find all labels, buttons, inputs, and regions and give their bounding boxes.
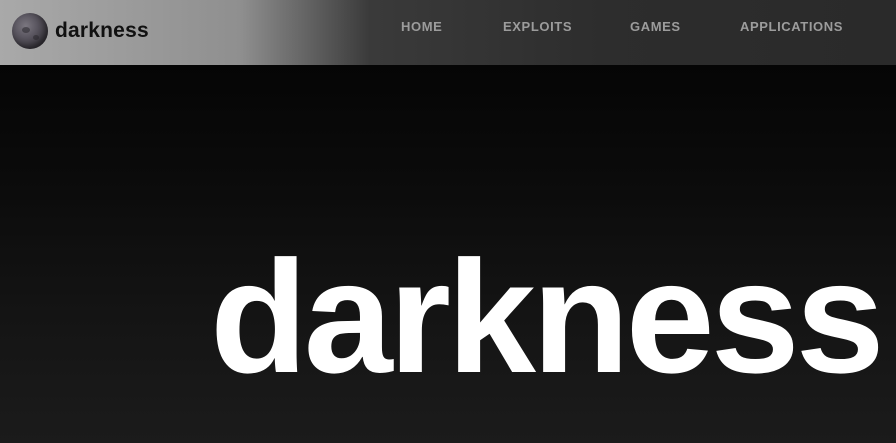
hero-section: darkness <box>0 65 896 443</box>
top-navbar: darkness HOME EXPLOITS GAMES APPLICATION… <box>0 0 896 65</box>
main-nav: HOME EXPLOITS GAMES APPLICATIONS <box>0 0 896 53</box>
nav-item-home[interactable]: HOME <box>401 19 442 34</box>
nav-item-exploits[interactable]: EXPLOITS <box>503 19 572 34</box>
nav-item-games[interactable]: GAMES <box>630 19 681 34</box>
hero-title: darkness <box>210 227 885 406</box>
nav-item-applications[interactable]: APPLICATIONS <box>740 19 843 34</box>
